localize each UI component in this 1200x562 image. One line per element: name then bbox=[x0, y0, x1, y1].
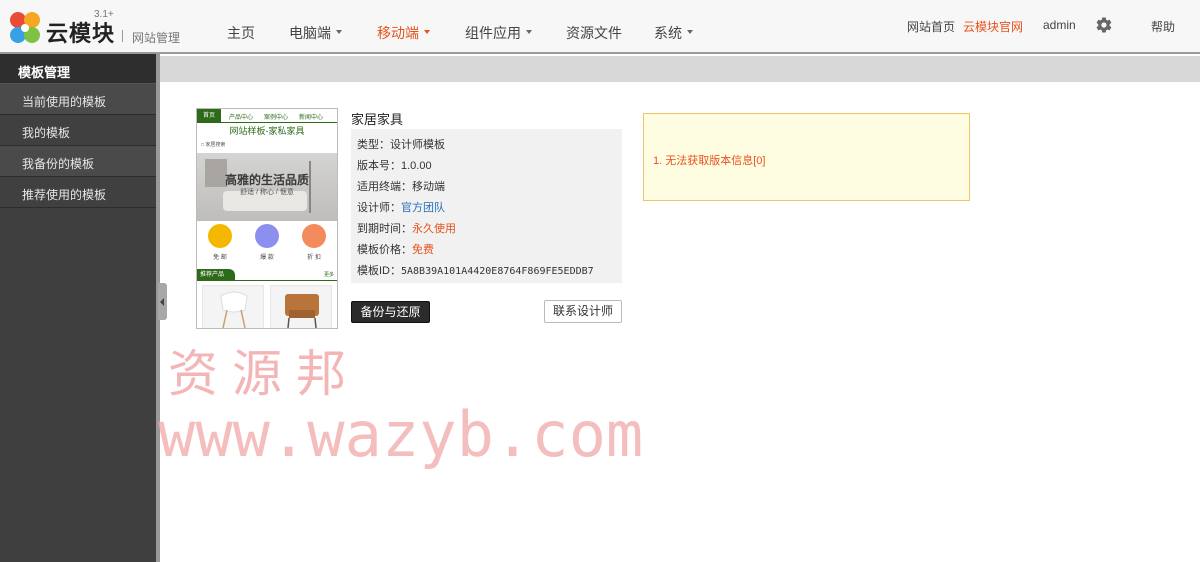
info-version: 版本号：1.0.00 bbox=[357, 157, 432, 173]
version-notice-box: 1. 无法获取版本信息[0] bbox=[643, 113, 970, 201]
user-menu[interactable]: admin bbox=[1043, 18, 1076, 32]
nav-mobile-label: 移动端 bbox=[377, 25, 419, 41]
info-type-label: 类型： bbox=[357, 139, 390, 151]
thumb-nav-item: 案例中心 bbox=[264, 115, 289, 121]
thumb-nav-item: 产品中心 bbox=[229, 115, 254, 121]
hot-item-icon bbox=[255, 224, 279, 248]
info-price-value: 免费 bbox=[412, 244, 434, 256]
info-type-value: 设计师模板 bbox=[390, 139, 445, 151]
info-id-value: 5A8B39A101A4420E8764F869FE5EDDB7 bbox=[401, 266, 594, 277]
chevron-down-icon bbox=[687, 30, 693, 35]
nav-resources[interactable]: 资源文件 bbox=[566, 23, 622, 43]
nav-mobile[interactable]: 移动端 bbox=[377, 23, 430, 43]
brand-subtitle: 网站管理 bbox=[132, 31, 181, 45]
thumb-slogan: 高雅的生活品质 bbox=[224, 173, 309, 187]
info-terminal-value: 移动端 bbox=[412, 181, 445, 193]
brand-divider bbox=[122, 30, 123, 42]
chevron-down-icon bbox=[424, 30, 430, 35]
thumb-recommend-bar: 推荐产品 更多 bbox=[197, 269, 337, 281]
nav-system-label: 系统 bbox=[654, 25, 682, 41]
backup-restore-button[interactable]: 备份与还原 bbox=[351, 301, 430, 323]
info-version-label: 版本号： bbox=[357, 160, 401, 172]
site-home-link[interactable]: 网站首页 bbox=[907, 18, 955, 35]
nav-home-label: 主页 bbox=[227, 25, 255, 41]
sidebar-item-backup-templates[interactable]: 我备份的模板 bbox=[0, 146, 158, 177]
info-id-label: 模板ID： bbox=[357, 265, 401, 277]
info-version-value: 1.0.00 bbox=[401, 160, 432, 172]
help-link[interactable]: 帮助 bbox=[1151, 18, 1175, 35]
template-info-panel: 类型：设计师模板 版本号：1.0.00 适用终端：移动端 设计师：官方团队 到期… bbox=[351, 129, 622, 283]
watermark-url: www.wazyb.com bbox=[158, 398, 644, 471]
nav-resources-label: 资源文件 bbox=[566, 25, 622, 41]
info-id: 模板ID：5A8B39A101A4420E8764F869FE5EDDB7 bbox=[357, 262, 594, 278]
sidebar: 模板管理 当前使用的模板 我的模板 我备份的模板 推荐使用的模板 bbox=[0, 54, 158, 562]
thumb-product-chair-white bbox=[202, 285, 264, 328]
thumb-nav-item: 首页 bbox=[197, 109, 221, 123]
template-name: 家居家具 bbox=[351, 112, 404, 127]
info-designer: 设计师：官方团队 bbox=[357, 199, 445, 215]
template-thumbnail[interactable]: 首页 产品中心 案例中心 新闻中心 网站样板-家私家具 □ 家居搜索 高雅的生活… bbox=[196, 108, 338, 329]
designer-link[interactable]: 官方团队 bbox=[401, 202, 445, 214]
free-shipping-icon bbox=[208, 224, 232, 248]
info-price-label: 模板价格： bbox=[357, 244, 412, 256]
info-terminal: 适用终端：移动端 bbox=[357, 178, 445, 194]
chair-image bbox=[220, 291, 248, 328]
thumb-icon-label: 折 扣 bbox=[307, 255, 321, 261]
nav-components[interactable]: 组件应用 bbox=[465, 23, 532, 43]
sidebar-item-recommended-templates[interactable]: 推荐使用的模板 bbox=[0, 177, 158, 208]
gear-icon[interactable] bbox=[1095, 16, 1113, 34]
contact-designer-button[interactable]: 联系设计师 bbox=[544, 300, 622, 323]
thumb-sub-slogan: 舒适 / 称心 / 惬意 bbox=[240, 189, 294, 196]
thumb-recommend-tag: 推荐产品 bbox=[197, 269, 235, 281]
nav-components-label: 组件应用 bbox=[465, 25, 521, 41]
logo-icon bbox=[10, 12, 40, 43]
info-expire-value: 永久使用 bbox=[412, 223, 456, 235]
sidebar-title: 模板管理 bbox=[0, 54, 158, 84]
chevron-down-icon bbox=[526, 30, 532, 35]
thumb-nav-item: 新闻中心 bbox=[299, 115, 324, 121]
info-price: 模板价格：免费 bbox=[357, 241, 434, 257]
discount-icon bbox=[302, 224, 326, 248]
thumb-nav: 首页 产品中心 案例中心 新闻中心 bbox=[197, 109, 337, 123]
armchair-image bbox=[285, 294, 319, 328]
chevron-down-icon bbox=[336, 30, 342, 35]
thumb-more-link: 更多 bbox=[323, 272, 334, 278]
version-notice-text: 1. 无法获取版本信息[0] bbox=[653, 155, 766, 167]
info-designer-label: 设计师： bbox=[357, 202, 401, 214]
nav-home[interactable]: 主页 bbox=[227, 23, 255, 43]
thumb-title: 网站样板-家私家具 bbox=[229, 126, 305, 136]
content-header-strip bbox=[160, 56, 1200, 82]
thumb-search: □ 家居搜索 bbox=[201, 142, 226, 148]
thumb-product-chair-brown bbox=[270, 285, 332, 328]
sidebar-collapse-handle[interactable] bbox=[158, 283, 167, 320]
info-terminal-label: 适用终端： bbox=[357, 181, 412, 193]
nav-system[interactable]: 系统 bbox=[654, 23, 693, 43]
sidebar-item-my-templates[interactable]: 我的模板 bbox=[0, 115, 158, 146]
watermark-text: 资源邦 bbox=[168, 345, 360, 403]
top-bar: 云模块 3.1+ 网站管理 主页 电脑端 移动端 组件应用 资源文件 系统 网站… bbox=[0, 0, 1200, 54]
nav-pc-label: 电脑端 bbox=[289, 25, 331, 41]
thumb-banner: 高雅的生活品质 舒适 / 称心 / 惬意 bbox=[197, 153, 337, 221]
version-label: 3.1+ bbox=[94, 9, 114, 20]
thumb-icon-label: 免 邮 bbox=[213, 255, 227, 261]
brand-name: 云模块 bbox=[46, 21, 116, 46]
nav-pc[interactable]: 电脑端 bbox=[289, 23, 342, 43]
official-site-link[interactable]: 云模块官网 bbox=[963, 18, 1023, 35]
thumb-icon-label: 爆 款 bbox=[260, 255, 274, 261]
info-expire: 到期时间：永久使用 bbox=[357, 220, 456, 236]
thumb-icons: 免 邮 爆 款 折 扣 bbox=[197, 222, 337, 262]
sidebar-item-current-template[interactable]: 当前使用的模板 bbox=[0, 84, 158, 115]
info-type: 类型：设计师模板 bbox=[357, 136, 445, 152]
info-expire-label: 到期时间： bbox=[357, 223, 412, 235]
